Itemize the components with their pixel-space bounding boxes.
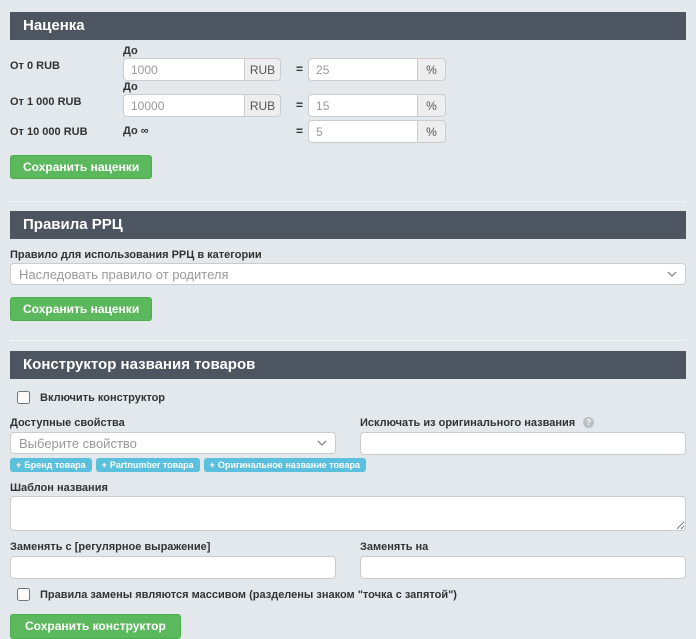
percent-input[interactable]	[308, 120, 418, 143]
save-constructor-button[interactable]: Сохранить конструктор	[10, 614, 181, 639]
plus-icon: +	[16, 460, 21, 470]
array-rules-row: Правила замены являются массивом (раздел…	[10, 588, 686, 601]
tag-label: Partnumber товара	[110, 460, 194, 470]
range-to-label: До	[123, 81, 296, 93]
currency-addon: RUB	[245, 58, 281, 81]
enable-constructor-row: Включить конструктор	[10, 391, 686, 404]
percent-addon: %	[418, 120, 446, 143]
available-props-selected-value: Выберите свойство	[19, 436, 137, 451]
exclude-input[interactable]	[360, 432, 686, 455]
percent-input[interactable]	[308, 94, 418, 117]
percent-input[interactable]	[308, 58, 418, 81]
template-textarea[interactable]	[10, 496, 686, 531]
currency-addon: RUB	[245, 94, 281, 117]
property-tags: + Бренд товара + Partnumber товара + Ори…	[10, 458, 336, 472]
exclude-label-text: Исключать из оригинального названия	[360, 417, 575, 429]
tag-label: Оригинальное название товара	[218, 460, 360, 470]
markup-row: От 0 RUB До RUB = %	[10, 45, 686, 81]
tag-label: Бренд товара	[24, 460, 85, 470]
percent-addon: %	[418, 58, 446, 81]
enable-constructor-checkbox[interactable]	[17, 391, 30, 404]
equals-sign: =	[296, 98, 303, 117]
rrc-rule-select[interactable]: Наследовать правило от родителя	[10, 263, 686, 285]
markup-section-title: Наценка	[10, 12, 686, 40]
equals-sign: =	[296, 62, 303, 81]
save-markup-button[interactable]: Сохранить наценки	[10, 155, 152, 179]
rrc-rule-selected-value: Наследовать правило от родителя	[19, 267, 229, 282]
range-from-label: От 1 000 RUB	[10, 81, 123, 108]
equals-sign: =	[296, 124, 303, 143]
exclude-label: Исключать из оригинального названия ?	[360, 417, 686, 429]
template-label: Шаблон названия	[10, 482, 686, 494]
section-divider	[10, 201, 686, 202]
range-to-input[interactable]	[123, 58, 245, 81]
markup-row: От 1 000 RUB До RUB = %	[10, 81, 686, 117]
constructor-section-title: Конструктор названия товаров	[10, 351, 686, 379]
array-rules-label: Правила замены являются массивом (раздел…	[40, 589, 457, 601]
replace-to-input[interactable]	[360, 556, 686, 579]
tag-original-name[interactable]: + Оригинальное название товара	[204, 458, 366, 472]
range-to-input[interactable]	[123, 94, 245, 117]
constructor-section: Конструктор названия товаров Включить ко…	[10, 351, 686, 639]
array-rules-checkbox[interactable]	[17, 588, 30, 601]
rrc-section-title: Правила РРЦ	[10, 211, 686, 239]
markup-section: Наценка От 0 RUB До RUB = % От 1 000	[10, 12, 686, 179]
tag-partnumber[interactable]: + Partnumber товара	[96, 458, 200, 472]
available-props-select[interactable]: Выберите свойство	[10, 432, 336, 454]
enable-constructor-label: Включить конструктор	[40, 392, 165, 404]
replace-to-label: Заменять на	[360, 541, 686, 553]
chevron-down-icon	[317, 440, 327, 446]
replace-from-input[interactable]	[10, 556, 336, 579]
help-icon[interactable]: ?	[583, 417, 594, 428]
markup-row: От 10 000 RUB До ∞ = %	[10, 120, 686, 143]
section-divider	[10, 340, 686, 341]
plus-icon: +	[210, 460, 215, 470]
percent-addon: %	[418, 94, 446, 117]
tag-brand[interactable]: + Бренд товара	[10, 458, 92, 472]
chevron-down-icon	[667, 271, 677, 277]
plus-icon: +	[102, 460, 107, 470]
replace-from-label: Заменять с [регулярное выражение]	[10, 541, 336, 553]
range-from-label: От 10 000 RUB	[10, 126, 123, 138]
range-from-label: От 0 RUB	[10, 45, 123, 72]
rrc-rule-label: Правило для использования РРЦ в категори…	[10, 249, 686, 261]
range-to-infinity-label: До ∞	[123, 125, 296, 137]
save-rrc-button[interactable]: Сохранить наценки	[10, 297, 152, 321]
rrc-section: Правила РРЦ Правило для использования РР…	[10, 211, 686, 321]
available-props-label: Доступные свойства	[10, 417, 336, 429]
range-to-label: До	[123, 45, 296, 57]
